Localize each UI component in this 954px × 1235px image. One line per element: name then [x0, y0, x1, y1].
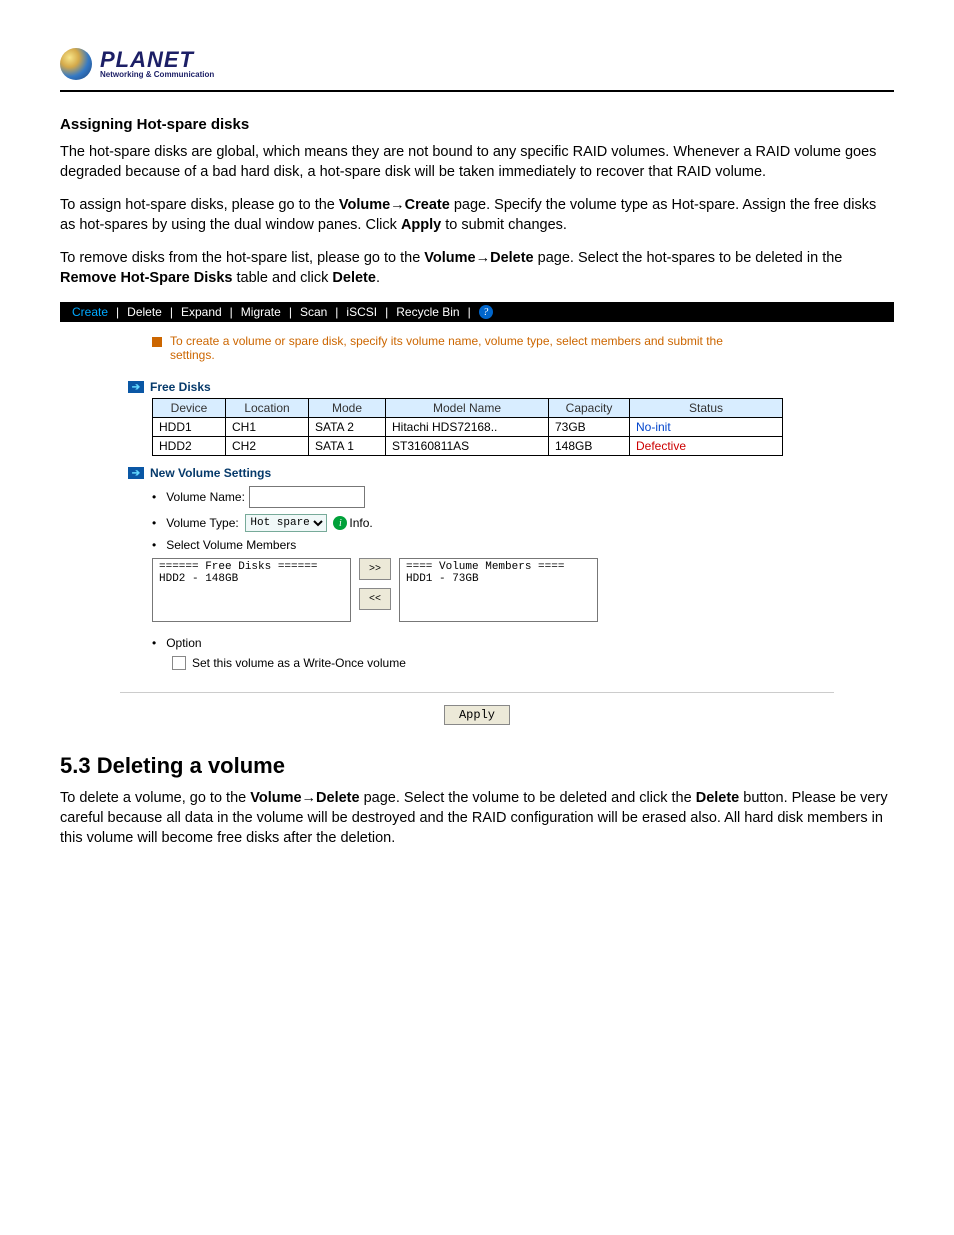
text: table and click	[232, 270, 332, 286]
col-mode: Mode	[309, 399, 386, 418]
nav-path: Volume→Create	[339, 197, 450, 213]
tab-delete[interactable]: Delete	[119, 305, 170, 319]
section-heading: Assigning Hot-spare disks	[60, 116, 894, 133]
cell: Hitachi HDS72168..	[386, 418, 549, 437]
cell: ST3160811AS	[386, 437, 549, 456]
text: to submit changes.	[441, 217, 567, 233]
text: To assign hot-spare disks, please go to …	[60, 197, 339, 213]
cell-status: Defective	[630, 437, 783, 456]
tab-iscsi[interactable]: iSCSI	[338, 305, 385, 319]
tab-create[interactable]: Create	[64, 305, 116, 319]
table-row: HDD1 CH1 SATA 2 Hitachi HDS72168.. 73GB …	[153, 418, 783, 437]
collapse-arrow-icon[interactable]: ➔	[128, 381, 144, 393]
brand-logo: PLANET Networking & Communication	[60, 48, 894, 80]
help-icon[interactable]: ?	[479, 305, 493, 319]
button-name: Apply	[401, 217, 441, 233]
col-modelname: Model Name	[386, 399, 549, 418]
dual-listbox: ====== Free Disks ====== HDD2 - 148GB >>…	[152, 558, 894, 622]
row-volume-name: Volume Name:	[152, 486, 894, 508]
logo-name: PLANET	[100, 49, 214, 71]
cell: 148GB	[549, 437, 630, 456]
row-volume-type: Volume Type: Hot spare i Info.	[152, 514, 894, 532]
list-item[interactable]: HDD2 - 148GB	[159, 573, 344, 585]
write-once-checkbox[interactable]	[172, 656, 186, 670]
info-icon[interactable]: i	[333, 516, 347, 530]
hint-text: To create a volume or spare disk, specif…	[170, 334, 750, 362]
panel-title: Free Disks	[150, 380, 211, 394]
nav-path: Volume→Delete	[250, 790, 359, 806]
body-paragraph: To assign hot-spare disks, please go to …	[60, 196, 894, 235]
move-left-button[interactable]: <<	[359, 588, 391, 610]
col-status: Status	[630, 399, 783, 418]
col-capacity: Capacity	[549, 399, 630, 418]
new-volume-panel: ➔ New Volume Settings	[128, 466, 894, 480]
button-name: Delete	[696, 790, 740, 806]
option-row: Option	[152, 636, 894, 650]
volume-type-select[interactable]: Hot spare	[245, 514, 327, 532]
text: .	[376, 270, 380, 286]
row-select-members: Select Volume Members	[152, 538, 894, 552]
tab-expand[interactable]: Expand	[173, 305, 230, 319]
volume-navbar: Create| Delete| Expand| Migrate| Scan| i…	[60, 302, 894, 322]
cell: 73GB	[549, 418, 630, 437]
volume-type-label: Volume Type:	[166, 516, 239, 530]
free-disks-listbox[interactable]: ====== Free Disks ====== HDD2 - 148GB	[152, 558, 351, 622]
body-paragraph: To delete a volume, go to the Volume→Del…	[60, 789, 894, 848]
text: page. Select the volume to be deleted an…	[360, 790, 696, 806]
cell: CH1	[226, 418, 309, 437]
new-volume-form: Volume Name: Volume Type: Hot spare i In…	[152, 486, 894, 552]
write-once-row: Set this volume as a Write-Once volume	[172, 656, 894, 670]
mover-buttons: >> <<	[359, 558, 391, 610]
table-name: Remove Hot-Spare Disks	[60, 270, 232, 286]
info-label: Info.	[349, 516, 372, 530]
text: page. Select the hot-spares to be delete…	[534, 250, 843, 266]
collapse-arrow-icon[interactable]: ➔	[128, 467, 144, 479]
free-disks-panel: ➔ Free Disks	[128, 380, 894, 394]
globe-icon	[60, 48, 92, 80]
members-listbox[interactable]: ==== Volume Members ==== HDD1 - 73GB	[399, 558, 598, 622]
nav-path: Volume→Delete	[424, 250, 533, 266]
body-paragraph: To remove disks from the hot-spare list,…	[60, 249, 894, 288]
col-location: Location	[226, 399, 309, 418]
tab-migrate[interactable]: Migrate	[233, 305, 289, 319]
cell: HDD1	[153, 418, 226, 437]
listbox-header: ====== Free Disks ======	[159, 561, 344, 573]
text: To delete a volume, go to the	[60, 790, 250, 806]
apply-button[interactable]: Apply	[444, 705, 510, 725]
listbox-header: ==== Volume Members ====	[406, 561, 591, 573]
option-label: Option	[166, 636, 201, 650]
heading-deleting-volume: 5.3 Deleting a volume	[60, 753, 894, 779]
tab-scan[interactable]: Scan	[292, 305, 335, 319]
cell: SATA 2	[309, 418, 386, 437]
text: To remove disks from the hot-spare list,…	[60, 250, 424, 266]
move-right-button[interactable]: >>	[359, 558, 391, 580]
hint-row: To create a volume or spare disk, specif…	[152, 334, 894, 362]
cell-status: No-init	[630, 418, 783, 437]
panel-title: New Volume Settings	[150, 466, 271, 480]
volume-name-label: Volume Name:	[166, 490, 245, 504]
embedded-screenshot: Create| Delete| Expand| Migrate| Scan| i…	[60, 302, 894, 725]
col-device: Device	[153, 399, 226, 418]
cell: SATA 1	[309, 437, 386, 456]
write-once-label: Set this volume as a Write-Once volume	[192, 656, 406, 670]
cell: CH2	[226, 437, 309, 456]
table-row: HDD2 CH2 SATA 1 ST3160811AS 148GB Defect…	[153, 437, 783, 456]
divider	[120, 692, 834, 693]
table-header-row: Device Location Mode Model Name Capacity…	[153, 399, 783, 418]
list-item[interactable]: HDD1 - 73GB	[406, 573, 591, 585]
header-rule	[60, 90, 894, 92]
logo-tagline: Networking & Communication	[100, 71, 214, 79]
select-members-label: Select Volume Members	[166, 538, 296, 552]
nav-separator-icon: |	[468, 305, 471, 319]
tab-recyclebin[interactable]: Recycle Bin	[388, 305, 467, 319]
volume-name-input[interactable]	[249, 486, 365, 508]
free-disks-table: Device Location Mode Model Name Capacity…	[152, 398, 783, 456]
button-name: Delete	[332, 270, 376, 286]
bullet-icon	[152, 337, 162, 347]
body-paragraph: The hot-spare disks are global, which me…	[60, 143, 894, 182]
cell: HDD2	[153, 437, 226, 456]
